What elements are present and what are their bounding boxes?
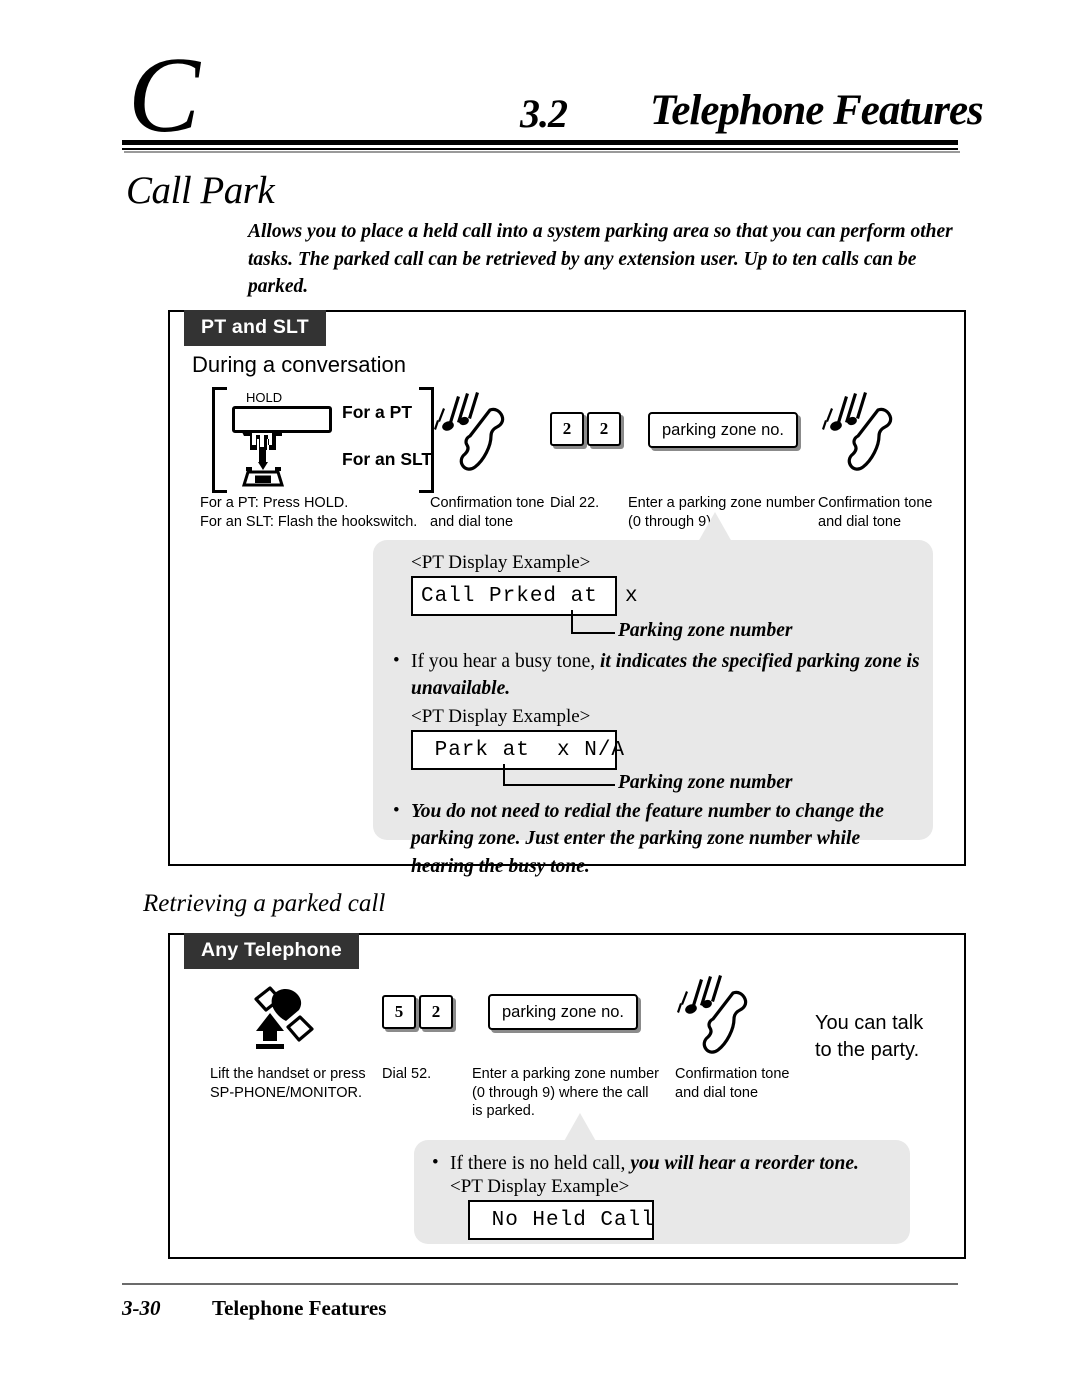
footer-rule bbox=[122, 1283, 958, 1285]
retrieve-result-text: You can talk to the party. bbox=[815, 1012, 924, 1061]
retrieving-section-label: Retrieving a parked call bbox=[143, 890, 386, 917]
pt-display-example-label-1: <PT Display Example> bbox=[411, 552, 591, 573]
section-number: 3.2 bbox=[520, 91, 568, 136]
chapter-letter: C bbox=[128, 36, 201, 155]
retrieve-step-caption-4: Confirmation tone and dial tone bbox=[675, 1066, 790, 1101]
retrieve-dial-key-2[interactable]: 2 bbox=[419, 995, 453, 1029]
section-title: Telephone Features bbox=[650, 87, 984, 134]
header-rule-thin bbox=[122, 148, 958, 150]
feature-description: Allows you to place a held call into a s… bbox=[248, 221, 953, 298]
bullet-dot-2: • bbox=[393, 800, 400, 821]
note-bullet-1: If you hear a busy tone, it indicates th… bbox=[411, 648, 923, 703]
for-an-slt-label: For an SLT bbox=[342, 449, 433, 469]
procedure-tag-pt-slt: PT and SLT bbox=[184, 310, 326, 346]
note-bullet-2-bold: You do not need to redial the feature nu… bbox=[411, 801, 884, 877]
retrieve-dial-key-1[interactable]: 5 bbox=[382, 995, 416, 1029]
footer-title: Telephone Features bbox=[212, 1296, 387, 1320]
leader-label-1: Parking zone number bbox=[618, 620, 793, 641]
leader-line-1 bbox=[571, 610, 615, 634]
pt-display-example-label-2: <PT Display Example> bbox=[411, 706, 591, 727]
procedure-box-pt-slt: PT and SLT During a conversation HOLD Fo… bbox=[168, 310, 966, 877]
retrieve-parking-zone-input-box[interactable]: parking zone no. bbox=[488, 994, 639, 1030]
dial-key-2[interactable]: 2 bbox=[587, 412, 621, 446]
retrieve-note-bullet-bold: you will hear a reorder tone. bbox=[630, 1153, 859, 1174]
retrieve-note-bullet-plain: If there is no held call, bbox=[450, 1153, 626, 1174]
procedure-tag-any-telephone: Any Telephone bbox=[184, 933, 359, 969]
step-caption-2: Confirmation tone and dial tone bbox=[430, 495, 545, 530]
note-bullet-2: You do not need to redial the feature nu… bbox=[411, 798, 923, 880]
bullet-dot-1: • bbox=[393, 650, 400, 671]
header-rule-thick bbox=[122, 140, 958, 145]
retrieve-lcd-display: No Held Call bbox=[468, 1200, 654, 1240]
header-rule-shadow bbox=[124, 151, 960, 153]
note-box-any-telephone: • If there is no held call, you will hea… bbox=[414, 1140, 910, 1244]
step-caption-3: Dial 22. bbox=[550, 495, 600, 511]
parking-zone-input-box[interactable]: parking zone no. bbox=[648, 412, 799, 448]
dial-key-1[interactable]: 2 bbox=[550, 412, 584, 446]
for-a-pt-label: For a PT bbox=[342, 402, 413, 422]
retrieve-pt-display-example-label: <PT Display Example> bbox=[450, 1176, 630, 1197]
hold-label: HOLD bbox=[246, 390, 283, 405]
note-box-pt-slt: <PT Display Example> Call Prked at x Par… bbox=[373, 540, 933, 877]
subheading-during-conversation: During a conversation bbox=[192, 352, 407, 377]
feature-title: Call Park bbox=[126, 169, 275, 212]
step-caption-5: Confirmation tone and dial tone bbox=[818, 495, 933, 530]
manual-page: C 3.2 Telephone Features Call Park Allow… bbox=[0, 0, 1080, 1397]
step-caption-1: For a PT: Press HOLD. For an SLT: Flash … bbox=[200, 495, 418, 530]
hold-button-icon bbox=[232, 406, 332, 433]
retrieve-note-bullet: If there is no held call, you will hear … bbox=[450, 1150, 900, 1177]
retrieve-step-caption-2: Dial 52. bbox=[382, 1066, 432, 1082]
retrieve-bullet-dot: • bbox=[432, 1152, 439, 1173]
note-callout-arrow bbox=[698, 512, 732, 542]
leader-line-2 bbox=[503, 764, 615, 786]
procedure-box-any-telephone: Any Telephone Lift the handset or press … bbox=[168, 933, 966, 1259]
note-bullet-1-plain: If you hear a busy tone, bbox=[411, 651, 596, 672]
leader-label-2: Parking zone number bbox=[618, 772, 793, 793]
retrieve-note-callout-arrow bbox=[563, 1113, 597, 1143]
footer-page-number: 3-30 bbox=[122, 1296, 161, 1320]
